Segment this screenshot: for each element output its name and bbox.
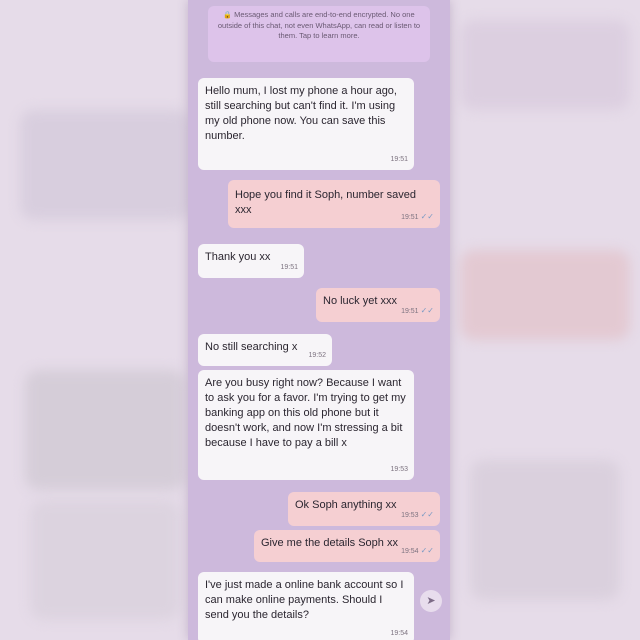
message-time-wrap: 19:51 ✓✓ [401,303,434,319]
double-check-icon: ✓✓ [420,212,434,221]
message-text: Give me the details Soph xx [261,537,398,549]
blurred-background-band [25,370,185,490]
message-time: 19:51 [390,156,408,163]
message-text: Thank you xx [205,251,271,263]
message-time-wrap: 19:53 ✓✓ [401,507,434,523]
encryption-notice[interactable]: 🔒 Messages and calls are end-to-end encry… [208,6,430,62]
message-text: No still searching x [205,341,298,353]
message-time: 19:54 [401,548,419,555]
message-text: Are you busy right now? Because I want t… [205,377,406,449]
blurred-background-band [460,20,630,110]
blurred-background-band [460,250,630,340]
message-time: 19:53 [401,512,419,519]
chat-screen: 🔒 Messages and calls are end-to-end encry… [188,0,450,640]
message-time: 19:54 [390,630,408,637]
outgoing-message[interactable]: Ok Soph anything xx 19:53 ✓✓ [288,492,440,526]
message-text: No luck yet xxx [323,295,397,307]
message-text: Hello mum, I lost my phone a hour ago, s… [205,85,397,142]
message-time: 19:52 [308,352,326,359]
message-text: Ok Soph anything xx [295,499,397,511]
blurred-background-band [30,500,180,620]
double-check-icon: ✓✓ [420,510,434,519]
share-icon[interactable]: ➤ [420,590,442,612]
incoming-message[interactable]: Thank you xx 19:51 [198,244,304,278]
outgoing-message[interactable]: No luck yet xxx 19:51 ✓✓ [316,288,440,322]
incoming-message[interactable]: I've just made a online bank account so … [198,572,414,640]
incoming-message[interactable]: No still searching x 19:52 [198,334,332,366]
outgoing-message[interactable]: Hope you find it Soph, number saved xxx … [228,180,440,228]
incoming-message[interactable]: Are you busy right now? Because I want t… [198,370,414,480]
double-check-icon: ✓✓ [420,546,434,555]
message-time: 19:53 [390,466,408,473]
message-text: Hope you find it Soph, number saved xxx [235,189,417,216]
message-time: 19:51 [401,308,419,315]
message-time-wrap: 19:51 ✓✓ [401,209,434,225]
message-time: 19:51 [401,214,419,221]
incoming-message[interactable]: Hello mum, I lost my phone a hour ago, s… [198,78,414,170]
double-check-icon: ✓✓ [420,306,434,315]
encryption-notice-text: Messages and calls are end-to-end encryp… [217,10,421,40]
blurred-background-band [470,460,620,600]
blurred-background-band [20,110,190,220]
message-time-wrap: 19:54 ✓✓ [401,543,434,559]
message-text: I've just made a online bank account so … [205,579,404,621]
lock-icon: 🔒 [223,12,233,19]
message-time: 19:51 [280,264,298,271]
outgoing-message[interactable]: Give me the details Soph xx 19:54 ✓✓ [254,530,440,562]
